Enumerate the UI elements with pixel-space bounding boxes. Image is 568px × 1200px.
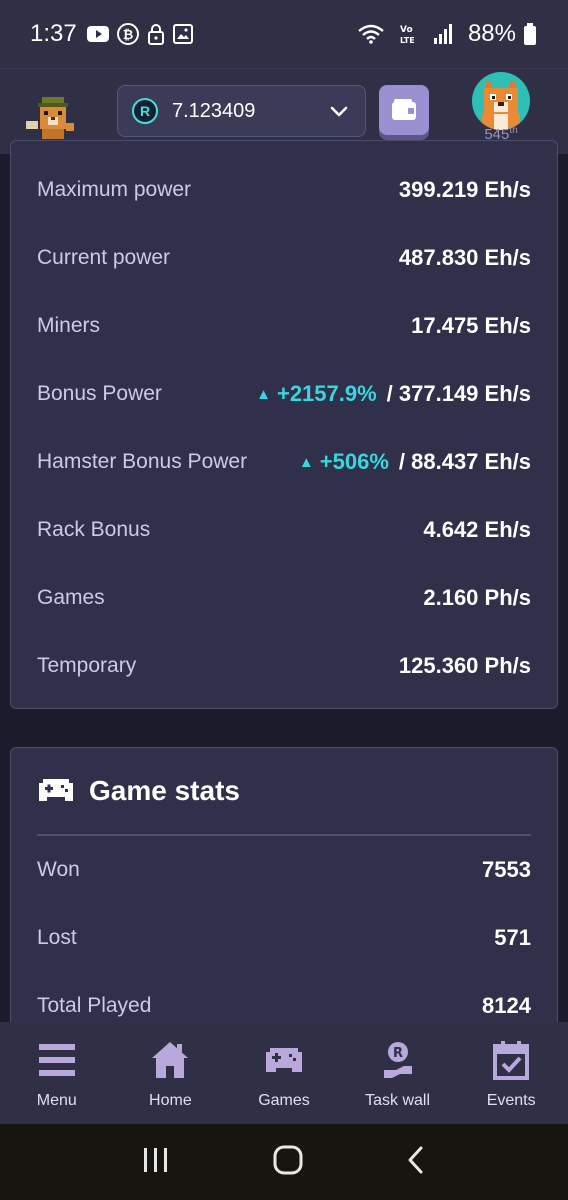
- nav-home-label: Home: [149, 1092, 192, 1109]
- status-bar: 1:37 ₿ Vo LTE 88%: [0, 0, 568, 68]
- stat-row: Total Played 8124: [37, 986, 531, 1026]
- nav-home[interactable]: Home: [114, 1022, 228, 1124]
- power-row-label: Temporary: [37, 654, 137, 677]
- power-row-value: 399.219 Eh/s: [398, 177, 531, 202]
- nav-menu[interactable]: Menu: [0, 1022, 114, 1124]
- events-icon: [493, 1041, 530, 1080]
- nav-task-wall[interactable]: R Task wall: [341, 1022, 455, 1124]
- nav-games-label: Games: [258, 1092, 310, 1109]
- power-card: Maximum power 399.219 Eh/s Current power…: [10, 140, 558, 709]
- back-icon[interactable]: [406, 1145, 426, 1180]
- wallet-button[interactable]: [379, 85, 429, 135]
- system-nav-bar: [0, 1124, 568, 1200]
- power-row-label: Miners: [37, 314, 101, 337]
- power-row-label: Games: [37, 586, 105, 609]
- power-row: Bonus Power ▲ +2157.9% / 377.149 Eh/s: [37, 374, 531, 414]
- volte-icon: Vo LTE: [400, 23, 418, 45]
- power-row-value: ▲ +506% / 88.437 Eh/s: [298, 449, 531, 474]
- arrow-up-icon: ▲: [256, 385, 271, 403]
- nav-events-label: Events: [486, 1092, 536, 1109]
- battery-icon: [524, 23, 536, 45]
- gamepad-icon: [39, 779, 73, 801]
- power-row: Temporary 125.360 Ph/s: [37, 646, 531, 686]
- balance-selector[interactable]: R 7.123409: [117, 85, 366, 137]
- power-row: Maximum power 399.219 Eh/s: [37, 170, 531, 210]
- bonus-percent: ▲ +506%: [298, 449, 389, 474]
- game-stats-heading: Game stats: [37, 775, 240, 807]
- power-row-value: 17.475 Eh/s: [411, 313, 531, 338]
- wifi-icon: [358, 24, 384, 44]
- power-row-label: Bonus Power: [37, 382, 162, 405]
- divider: [37, 834, 531, 836]
- svg-text:R: R: [393, 1046, 403, 1061]
- stat-row-value: 8124: [482, 993, 531, 1018]
- wallet-icon: [392, 99, 416, 120]
- power-row-label: Rack Bonus: [37, 518, 151, 541]
- power-row-value: 487.830 Eh/s: [398, 245, 531, 270]
- power-row-value: 125.360 Ph/s: [398, 653, 531, 678]
- svg-text:₿: ₿: [122, 28, 133, 43]
- balance-value: 7.123409: [172, 99, 256, 122]
- recent-apps-icon[interactable]: [142, 1147, 170, 1178]
- task-wall-icon: R: [383, 1042, 412, 1078]
- power-row: Hamster Bonus Power ▲ +506% / 88.437 Eh/s: [37, 442, 531, 482]
- svg-text:Vo: Vo: [400, 25, 413, 35]
- gamepad-icon: [265, 1048, 302, 1072]
- power-row-value: ▲ +2157.9% / 377.149 Eh/s: [256, 381, 531, 406]
- stat-row-value: 7553: [482, 857, 531, 882]
- nav-task-wall-label: Task wall: [365, 1092, 431, 1109]
- power-row-label: Hamster Bonus Power: [37, 450, 248, 473]
- game-stats-card: Game stats Won 7553 Lost 571 Total Playe…: [10, 747, 558, 1047]
- power-row: Miners 17.475 Eh/s: [37, 306, 531, 346]
- battery-percent: 88%: [467, 20, 516, 47]
- home-icon: [152, 1042, 189, 1078]
- nav-menu-label: Menu: [36, 1092, 77, 1109]
- bottom-nav: Menu Home Games R Task wall Events: [0, 1022, 568, 1124]
- stat-row-value: 571: [494, 925, 531, 950]
- power-row-value: 2.160 Ph/s: [423, 585, 531, 610]
- signal-icon: [433, 24, 452, 44]
- hamster-logo-icon[interactable]: [26, 95, 82, 141]
- chevron-down-icon: [327, 99, 351, 123]
- status-time: 1:37: [30, 20, 77, 47]
- lock-icon: [147, 23, 165, 45]
- stat-row-label: Won: [37, 858, 80, 881]
- stat-row-label: Total Played: [37, 994, 152, 1017]
- stat-row: Lost 571: [37, 918, 531, 958]
- nav-events[interactable]: Events: [454, 1022, 568, 1124]
- power-row-label: Maximum power: [37, 178, 192, 201]
- nav-games[interactable]: Games: [227, 1022, 341, 1124]
- stat-row: Won 7553: [37, 850, 531, 890]
- image-icon: [172, 24, 193, 44]
- rollercoin-icon: R: [132, 98, 158, 124]
- stat-row-label: Lost: [37, 926, 77, 949]
- power-row: Current power 487.830 Eh/s: [37, 238, 531, 278]
- power-row-label: Current power: [37, 246, 171, 269]
- game-stats-title: Game stats: [89, 775, 240, 806]
- youtube-icon: [86, 26, 109, 42]
- power-row-value: 4.642 Eh/s: [423, 517, 531, 542]
- home-system-icon[interactable]: [273, 1145, 303, 1180]
- menu-icon: [38, 1044, 75, 1076]
- svg-text:LTE: LTE: [400, 36, 415, 45]
- avatar[interactable]: [472, 72, 530, 130]
- power-row: Games 2.160 Ph/s: [37, 578, 531, 618]
- arrow-up-icon: ▲: [298, 453, 314, 471]
- bonus-percent: ▲ +2157.9%: [256, 381, 377, 406]
- power-row: Rack Bonus 4.642 Eh/s: [37, 510, 531, 550]
- bitcoin-icon: ₿: [116, 23, 139, 45]
